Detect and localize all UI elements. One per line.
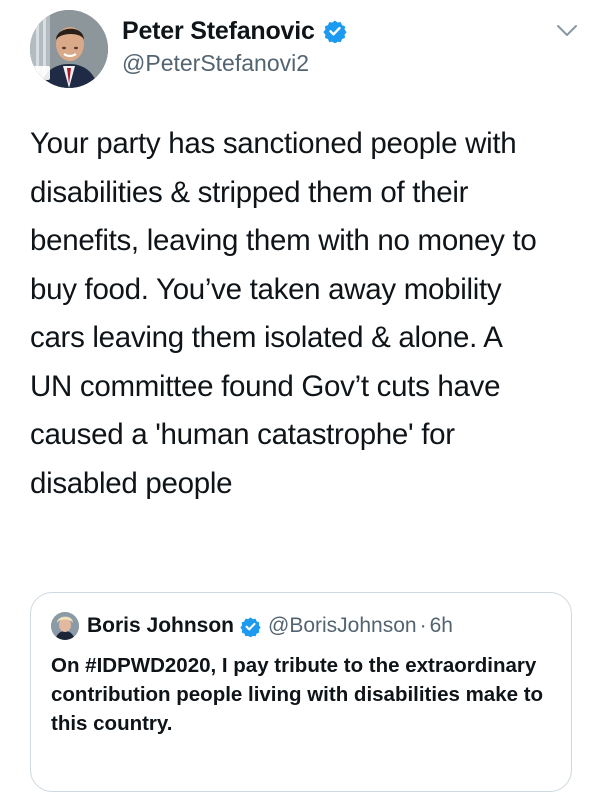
author-name-row: Peter Stefanovic	[122, 16, 347, 46]
quoted-author-name[interactable]: Boris Johnson	[87, 614, 234, 638]
quoted-tweet-time[interactable]: 6h	[430, 614, 453, 638]
meta-separator: ·	[419, 614, 427, 637]
quoted-tweet-header: Boris Johnson @BorisJohnson · 6h	[51, 611, 453, 641]
quoted-author-avatar[interactable]	[51, 612, 79, 640]
author-block: Peter Stefanovic @PeterStefanovi2	[122, 16, 347, 77]
quoted-tweet[interactable]: Boris Johnson @BorisJohnson · 6h On #IDP…	[30, 592, 572, 792]
author-avatar[interactable]	[30, 10, 108, 88]
verified-badge-icon	[240, 616, 261, 637]
tweet-text: Your party has sanctioned people with di…	[30, 127, 537, 500]
author-name[interactable]: Peter Stefanovic	[122, 17, 315, 46]
chevron-down-icon[interactable]	[556, 24, 578, 38]
tweet[interactable]: Peter Stefanovic @PeterStefanovi2 Your p…	[0, 0, 600, 792]
quoted-author-handle[interactable]: @BorisJohnson	[268, 614, 417, 638]
quoted-tweet-text: On #IDPWD2020, I pay tribute to the extr…	[51, 654, 544, 735]
verified-badge-icon	[323, 20, 347, 43]
author-handle[interactable]: @PeterStefanovi2	[122, 50, 347, 77]
